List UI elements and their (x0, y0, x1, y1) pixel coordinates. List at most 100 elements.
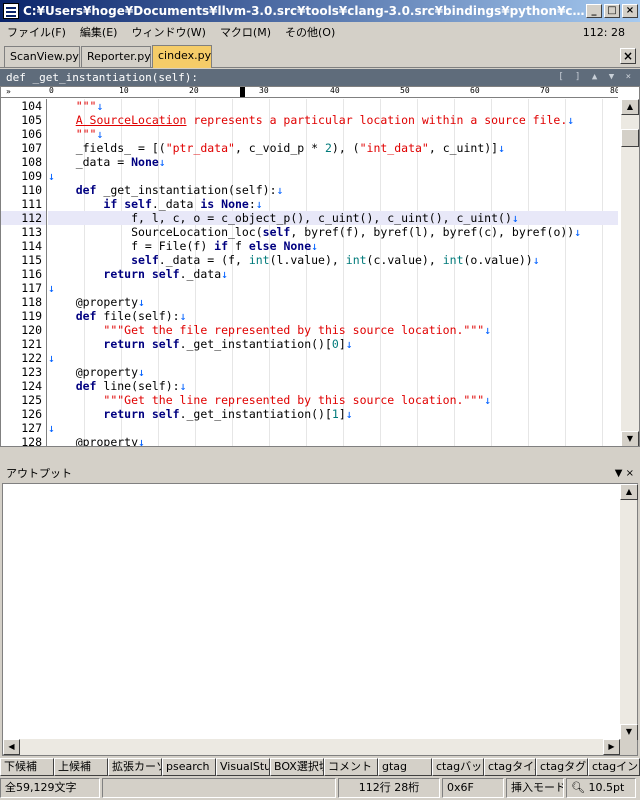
minimize-button[interactable]: _ (586, 4, 602, 18)
scroll-down-icon[interactable]: ▼ (620, 724, 638, 740)
line-number: 121 (21, 337, 42, 351)
ruler-mark: 40 (330, 87, 340, 95)
code-line: """Get the line represented by this sour… (103, 393, 492, 407)
output-header: アウトプット ▼ × (0, 465, 640, 483)
tab-cindex[interactable]: cindex.py (152, 45, 212, 68)
code-line: def line(self):↓ (75, 379, 187, 393)
fkey-10[interactable]: ctagタイム (484, 758, 536, 776)
fkey-5[interactable]: VisualStu (216, 758, 270, 776)
scroll-down-icon[interactable]: ▼ (621, 431, 639, 446)
fkey-11[interactable]: ctagタグジ (536, 758, 588, 776)
code-line: ↓ (48, 421, 55, 435)
app-icon[interactable] (3, 3, 19, 19)
line-number: 114 (21, 239, 42, 253)
output-title: アウトプット (6, 467, 72, 480)
ruler-caret (240, 87, 245, 97)
scrollbar-corner (620, 739, 637, 755)
menu-macro[interactable]: マクロ(M) (213, 24, 278, 40)
code-line: _fields_ = [("ptr_data", c_void_p * 2), … (48, 141, 506, 155)
scroll-right-icon[interactable]: ▶ (603, 739, 620, 755)
ruler-mark: 20 (189, 87, 199, 95)
line-number: 123 (21, 365, 42, 379)
status-bar: 全59,129文字 112行 28桁 0x6F 挿入モード 🔍︎ 10.5pt (0, 778, 640, 800)
line-number: 111 (21, 197, 42, 211)
fkey-4[interactable]: psearch (162, 758, 216, 776)
window-buttons: _ □ × (586, 4, 638, 18)
scroll-thumb[interactable] (621, 129, 639, 147)
code-line: ↓ (48, 351, 55, 365)
line-number: 126 (21, 407, 42, 421)
output-buttons[interactable]: ▼ × (615, 465, 634, 483)
menu-edit[interactable]: 編集(E) (73, 24, 125, 40)
code-line: @property↓ (75, 435, 145, 447)
maximize-button[interactable]: □ (604, 4, 620, 18)
status-position: 112行 28桁 (338, 778, 440, 798)
editor-vertical-scrollbar[interactable]: ▲ ▼ (621, 99, 639, 446)
output-vertical-scrollbar[interactable]: ▲ ▼ (620, 484, 638, 740)
code-line: @property↓ (75, 295, 145, 309)
code-area[interactable]: """↓ A SourceLocation represents a parti… (48, 99, 618, 447)
menu-other[interactable]: その他(O) (278, 24, 342, 40)
tab-scanview[interactable]: ScanView.py (4, 46, 80, 67)
menu-bar: ファイル(F) 編集(E) ウィンドウ(W) マクロ(M) その他(O) 112… (0, 22, 640, 42)
zoom-icon: 🔍︎ (571, 781, 585, 794)
menu-window[interactable]: ウィンドウ(W) (124, 24, 212, 40)
ruler[interactable]: » 0 10 20 30 40 50 60 70 80 (1, 87, 618, 98)
close-button[interactable]: × (622, 4, 638, 18)
code-line: _data = None↓ (48, 155, 166, 169)
scroll-up-icon[interactable]: ▲ (621, 99, 639, 115)
fkey-7[interactable]: コメント (324, 758, 378, 776)
code-line: return self._get_instantiation()[1]↓ (103, 407, 353, 421)
code-line: return self._get_instantiation()[0]↓ (103, 337, 353, 351)
ruler-mark: 50 (400, 87, 410, 95)
fkey-9[interactable]: ctagバック (432, 758, 484, 776)
code-line: if self._data is None:↓ (103, 197, 263, 211)
line-number: 118 (21, 295, 42, 309)
line-number: 113 (21, 225, 42, 239)
status-zoom-value: 10.5pt (588, 781, 625, 794)
function-bar: def _get_instantiation(self): [ ] ▲ ▼ × (0, 69, 640, 86)
line-number: 117 (21, 281, 42, 295)
title-bar: C:¥Users¥hoge¥Documents¥llvm-3.0.src¥too… (0, 0, 640, 22)
status-blank (102, 778, 336, 798)
code-line: @property↓ (75, 365, 145, 379)
line-number: 127 (21, 421, 42, 435)
output-horizontal-scrollbar[interactable]: ◀ ▶ (3, 739, 620, 755)
code-line: return self._data↓ (103, 267, 229, 281)
fkey-2[interactable]: 上候補 (54, 758, 108, 776)
code-line: A SourceLocation represents a particular… (75, 113, 575, 127)
fkey-12[interactable]: ctagインフ (588, 758, 640, 776)
fkey-8[interactable]: gtag (378, 758, 432, 776)
editor[interactable]: » 0 10 20 30 40 50 60 70 80 104 105 106 … (0, 86, 640, 447)
line-number: 106 (21, 127, 42, 141)
line-number: 122 (21, 351, 42, 365)
line-number: 124 (21, 379, 42, 393)
status-insert-mode[interactable]: 挿入モード (506, 778, 564, 798)
fkey-3[interactable]: 拡張カーソル (108, 758, 162, 776)
output-pane[interactable]: ▲ ▼ ◀ ▶ (2, 483, 638, 756)
ruler-mark: 70 (540, 87, 550, 95)
fkey-6[interactable]: BOX選択切 (270, 758, 324, 776)
line-number: 108 (21, 155, 42, 169)
line-number: 125 (21, 393, 42, 407)
scroll-up-icon[interactable]: ▲ (620, 484, 638, 500)
tab-bar: ScanView.py Reporter.py cindex.py × (0, 44, 640, 68)
tab-reporter[interactable]: Reporter.py (81, 46, 151, 67)
fkey-1[interactable]: 下候補 (0, 758, 54, 776)
menu-file[interactable]: ファイル(F) (0, 24, 73, 40)
ruler-mark: 0 (49, 87, 54, 95)
ruler-mark: 10 (119, 87, 129, 95)
line-number: 115 (21, 253, 42, 267)
ruler-prefix: » (6, 87, 11, 96)
code-line: """↓ (75, 127, 104, 141)
funcbar-icons[interactable]: [ ] ▲ ▼ × (558, 69, 634, 86)
scroll-left-icon[interactable]: ◀ (3, 739, 20, 755)
line-number: 119 (21, 309, 42, 323)
line-number: 110 (21, 183, 42, 197)
line-number: 112 (1, 211, 46, 225)
tab-close-icon[interactable]: × (620, 48, 636, 64)
status-char-count: 全59,129文字 (0, 778, 100, 798)
status-zoom[interactable]: 🔍︎ 10.5pt (566, 778, 636, 798)
code-line: """Get the file represented by this sour… (103, 323, 492, 337)
line-number: 116 (21, 267, 42, 281)
